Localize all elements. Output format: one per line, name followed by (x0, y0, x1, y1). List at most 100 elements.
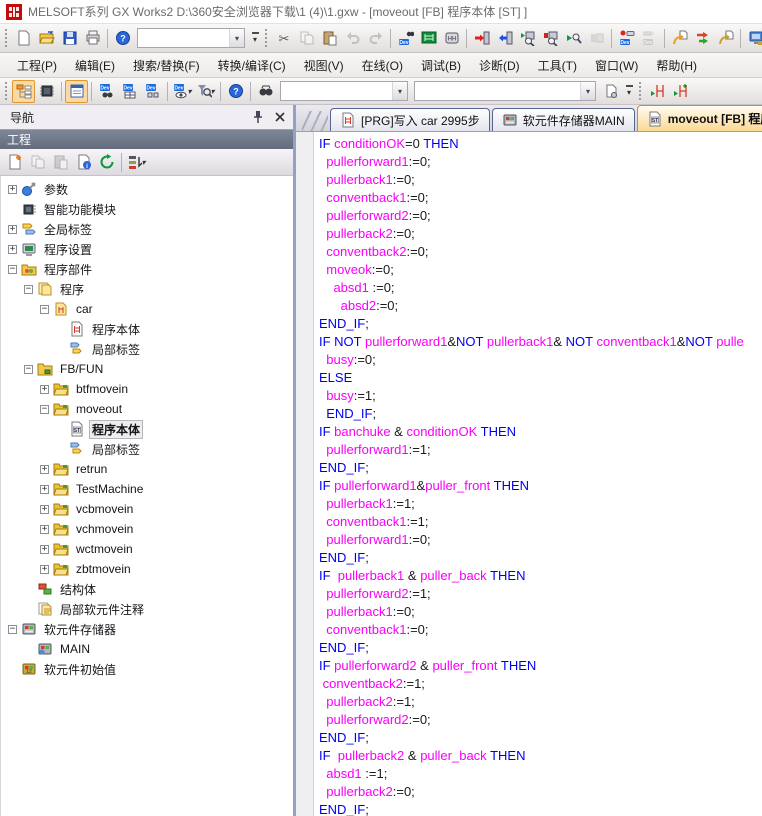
menu-compile[interactable]: 转换/编译(C) (209, 53, 295, 78)
menu-diagnostics[interactable]: 诊断(D) (470, 53, 529, 78)
collapse-icon[interactable]: − (8, 625, 17, 634)
redo-button[interactable] (364, 27, 387, 50)
tree-item-vchmovein[interactable]: +vchmovein (3, 519, 293, 539)
navigation-window-button[interactable] (12, 80, 35, 103)
device-display-format-button[interactable]: Dev▾ (171, 80, 194, 103)
program-check2-button[interactable] (714, 27, 737, 50)
tree-item-zbtmovein[interactable]: +zbtmovein (3, 559, 293, 579)
st-ladder-insert2-button[interactable] (669, 80, 692, 103)
toolbar-grip[interactable] (4, 28, 8, 48)
tree-item-fb-fun[interactable]: −FB/FUN (3, 359, 293, 379)
tree-item-program[interactable]: −程序 (3, 279, 293, 299)
tab-moveout-st-body[interactable]: STmoveout [FB] 程序本体 (637, 105, 762, 131)
copy-data-button[interactable] (26, 151, 49, 174)
menu-debug[interactable]: 调试(B) (412, 53, 470, 78)
expand-icon[interactable]: + (40, 565, 49, 574)
toolbar-overflow-button[interactable]: ▾ (248, 28, 262, 49)
tree-item-testmachine[interactable]: +TestMachine (3, 479, 293, 499)
expand-icon[interactable]: + (40, 485, 49, 494)
collapse-icon[interactable]: − (40, 305, 49, 314)
tree-item-parameter[interactable]: +参数 (3, 179, 293, 199)
device-display-off-button[interactable]: Dev (638, 27, 661, 50)
expand-icon[interactable]: + (40, 525, 49, 534)
collapse-icon[interactable]: − (8, 265, 17, 274)
tree-item-car[interactable]: −car (3, 299, 293, 319)
device-zoom-button[interactable]: ▾ (194, 80, 217, 103)
copy-button[interactable] (295, 27, 318, 50)
tree-item-moveout-local-label[interactable]: 局部标签 (3, 439, 293, 459)
find-target-combo[interactable]: ▾ (280, 81, 408, 101)
tree-item-wctmovein[interactable]: +wctmovein (3, 539, 293, 559)
tree-item-device-memory-main[interactable]: MAIN (3, 639, 293, 659)
pin-icon[interactable] (249, 109, 267, 125)
new-project-button[interactable] (12, 27, 35, 50)
write-to-plc-button[interactable] (470, 27, 493, 50)
project-section-header[interactable]: 工程 (0, 129, 293, 149)
project-data-combo-dropdown-icon[interactable]: ▾ (229, 29, 244, 47)
menu-edit[interactable]: 编辑(E) (66, 53, 124, 78)
expand-icon[interactable]: + (8, 225, 17, 234)
tree-item-moveout[interactable]: −moveout (3, 399, 293, 419)
tree-item-device-initial-value[interactable]: 12软元件初始值 (3, 659, 293, 679)
toolbar-grip[interactable] (4, 81, 8, 101)
expand-icon[interactable]: + (8, 185, 17, 194)
toolbar-grip[interactable] (264, 28, 268, 48)
watch-start-button[interactable] (516, 27, 539, 50)
tree-item-global-label[interactable]: +全局标签 (3, 219, 293, 239)
tree-item-local-device-comment[interactable]: 局部软元件注释 (3, 599, 293, 619)
expand-icon[interactable]: + (8, 245, 17, 254)
collapse-icon[interactable]: − (24, 285, 33, 294)
tree-item-pou[interactable]: −程序部件 (3, 259, 293, 279)
remote-operation-button[interactable] (744, 27, 762, 50)
find-target-combo-dropdown-icon[interactable]: ▾ (392, 82, 407, 100)
undo-button[interactable] (341, 27, 364, 50)
menu-tool[interactable]: 工具(T) (529, 53, 586, 78)
ladder-monitor-button[interactable] (417, 27, 440, 50)
sort-tree-button[interactable]: ▾ (125, 151, 148, 174)
device-test-button[interactable]: Dev (141, 80, 164, 103)
work-window-button[interactable] (65, 80, 88, 103)
device-zoom-dropdown-icon[interactable]: ▾ (210, 87, 214, 96)
collapse-icon[interactable]: − (24, 365, 33, 374)
module-config-button[interactable] (35, 80, 58, 103)
tab-device-memory-main[interactable]: 软元件存储器MAIN (492, 108, 635, 131)
monitor-start-button[interactable] (562, 27, 585, 50)
program-transfer-button[interactable] (691, 27, 714, 50)
sort-tree-dropdown-icon[interactable]: ▾ (141, 158, 145, 167)
device-display-format-dropdown-icon[interactable]: ▾ (187, 87, 191, 96)
st-code[interactable]: IF conditionOK=0 THEN pullerforward1:=0;… (314, 132, 762, 816)
tree-item-moveout-program-body[interactable]: ST程序本体 (3, 419, 293, 439)
menu-online[interactable]: 在线(O) (353, 53, 412, 78)
help-button[interactable]: ? (111, 27, 134, 50)
tree-item-vcbmovein[interactable]: +vcbmovein (3, 499, 293, 519)
tree-item-btfmovein[interactable]: +btfmovein (3, 379, 293, 399)
toolbar-overflow-button[interactable]: ▾ (622, 81, 636, 102)
device-batch-monitor-button[interactable]: Dev (118, 80, 141, 103)
find-binoculars-button[interactable] (254, 80, 277, 103)
tree-item-device-memory[interactable]: −软元件存储器 (3, 619, 293, 639)
menu-window[interactable]: 窗口(W) (586, 53, 647, 78)
program-check-button[interactable] (668, 27, 691, 50)
refresh-view-button[interactable] (95, 151, 118, 174)
cut-button[interactable]: ✂ (272, 27, 295, 50)
find-text-combo[interactable]: ▾ (414, 81, 596, 101)
device-find2-button[interactable]: Dev (95, 80, 118, 103)
device-display-button[interactable]: Dev (615, 27, 638, 50)
page-option-button[interactable] (599, 80, 622, 103)
data-info-button[interactable]: i (72, 151, 95, 174)
watch-stop-button[interactable] (539, 27, 562, 50)
read-from-plc-button[interactable] (493, 27, 516, 50)
tab-car-program[interactable]: [PRG]写入 car 2995步 (330, 108, 490, 131)
tree-item-retrun[interactable]: +retrun (3, 459, 293, 479)
tree-item-program-setting[interactable]: +程序设置 (3, 239, 293, 259)
tree-item-intelligent-function-module[interactable]: 智能功能模块 (3, 199, 293, 219)
expand-icon[interactable]: + (40, 465, 49, 474)
print-button[interactable] (81, 27, 104, 50)
close-icon[interactable] (271, 109, 289, 125)
expand-icon[interactable]: + (40, 505, 49, 514)
tree-item-car-local-label[interactable]: 局部标签 (3, 339, 293, 359)
new-data-button[interactable] (3, 151, 26, 174)
hh-unit-button[interactable]: HH (440, 27, 463, 50)
toolbar-grip[interactable] (638, 81, 642, 101)
menu-help[interactable]: 帮助(H) (647, 53, 706, 78)
